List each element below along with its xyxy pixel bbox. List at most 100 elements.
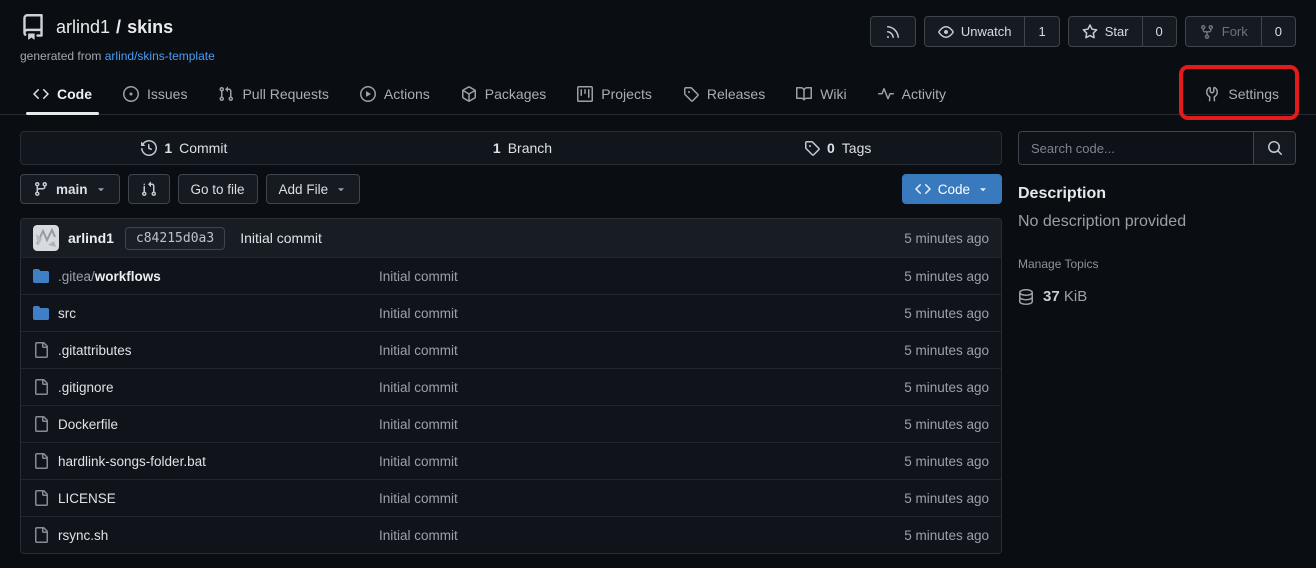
tab-code[interactable]: Code — [26, 73, 99, 114]
file-commit-time: 5 minutes ago — [904, 454, 989, 469]
file-commit-message-link[interactable]: Initial commit — [379, 306, 904, 321]
file-commit-time: 5 minutes ago — [904, 528, 989, 543]
commit-message-link[interactable]: Initial commit — [240, 230, 322, 246]
unwatch-button[interactable]: Unwatch — [925, 17, 1025, 46]
folder-icon — [33, 305, 49, 321]
file-name-link[interactable]: Dockerfile — [58, 417, 118, 432]
file-name-link[interactable]: src — [58, 306, 76, 321]
commit-author-link[interactable]: arlind1 — [68, 230, 114, 246]
repo-sidebar: Description No description provided Mana… — [1018, 131, 1296, 305]
file-commit-time: 5 minutes ago — [904, 269, 989, 284]
file-name-link[interactable]: LICENSE — [58, 491, 116, 506]
tab-label: Pull Requests — [242, 86, 328, 102]
commit-hash-badge[interactable]: c84215d0a3 — [125, 227, 225, 250]
stat-branch[interactable]: 1Branch — [348, 132, 675, 164]
repo-name-link[interactable]: skins — [127, 17, 173, 38]
watchers-count[interactable]: 1 — [1024, 17, 1058, 46]
file-commit-time: 5 minutes ago — [904, 306, 989, 321]
tab-label: Wiki — [820, 86, 846, 102]
search-icon — [1267, 140, 1283, 156]
fork-button-group: Fork 0 — [1185, 16, 1296, 47]
chevron-down-icon — [977, 183, 989, 195]
tab-label: Activity — [902, 86, 946, 102]
pulse-icon — [878, 86, 894, 102]
file-commit-message-link[interactable]: Initial commit — [379, 454, 904, 469]
repo-size-value: 37 — [1043, 288, 1060, 305]
tab-issues[interactable]: Issues — [116, 73, 194, 114]
tab-activity[interactable]: Activity — [871, 73, 953, 114]
compare-button[interactable] — [128, 174, 170, 204]
eye-icon — [938, 24, 954, 40]
tab-label: Actions — [384, 86, 430, 102]
git-branch-icon — [470, 140, 486, 156]
file-row: DockerfileInitial commit5 minutes ago — [21, 405, 1001, 442]
latest-commit-row: arlind1 c84215d0a3 Initial commit 5 minu… — [21, 219, 1001, 257]
file-icon — [33, 416, 49, 432]
file-commit-time: 5 minutes ago — [904, 343, 989, 358]
repo-size-row: 37 KiB — [1018, 288, 1296, 305]
file-row: .gitignoreInitial commit5 minutes ago — [21, 368, 1001, 405]
file-row: .gitattributes Initial commit5 minutes ag… — [21, 331, 1001, 368]
page-title: arlind1 / skins — [56, 17, 173, 38]
file-row: LICENSEInitial commit5 minutes ago — [21, 479, 1001, 516]
chevron-down-icon — [95, 183, 107, 195]
file-commit-message-link[interactable]: Initial commit — [379, 417, 904, 432]
file-icon — [33, 527, 49, 543]
history-icon — [141, 140, 157, 156]
manage-topics-link[interactable]: Manage Topics — [1018, 257, 1099, 271]
file-name-link[interactable]: .gitignore — [58, 380, 114, 395]
go-to-file-button[interactable]: Go to file — [178, 174, 258, 204]
tab-actions[interactable]: Actions — [353, 73, 437, 114]
search-button[interactable] — [1253, 132, 1295, 164]
file-commit-message-link[interactable]: Initial commit — [379, 491, 904, 506]
file-name-link[interactable]: .gitea/workflows — [58, 269, 161, 284]
file-name-link[interactable]: hardlink-songs-folder.bat — [58, 454, 206, 469]
template-repo-link[interactable]: arlind/skins-template — [105, 49, 215, 63]
git-branch-icon — [33, 181, 49, 197]
star-button[interactable]: Star — [1069, 17, 1142, 46]
file-commit-message-link[interactable]: Initial commit — [379, 380, 904, 395]
code-icon — [33, 86, 49, 102]
file-table: arlind1 c84215d0a3 Initial commit 5 minu… — [20, 218, 1002, 554]
repo-icon — [20, 14, 46, 40]
forks-count[interactable]: 0 — [1261, 17, 1295, 46]
database-icon — [1018, 289, 1034, 305]
tab-label: Issues — [147, 86, 187, 102]
file-row: src Initial commit5 minutes ago — [21, 294, 1001, 331]
add-file-button[interactable]: Add File — [266, 174, 361, 204]
project-icon — [577, 86, 593, 102]
git-compare-icon — [141, 181, 157, 197]
rss-button[interactable] — [870, 16, 916, 47]
description-text: No description provided — [1018, 213, 1296, 231]
stars-count[interactable]: 0 — [1142, 17, 1176, 46]
file-commit-message-link[interactable]: Initial commit — [379, 528, 904, 543]
git-pull-request-icon — [218, 86, 234, 102]
file-commit-message-link[interactable]: Initial commit — [379, 269, 904, 284]
file-name-link[interactable]: .gitattributes — [58, 343, 132, 358]
code-download-button[interactable]: Code — [902, 174, 1002, 204]
branch-selector[interactable]: main — [20, 174, 120, 204]
repo-tabs-bar: Code Issues Pull Requests Actions Packages Pr… — [0, 73, 1316, 115]
file-name-link[interactable]: rsync.sh — [58, 528, 108, 543]
file-icon — [33, 379, 49, 395]
stat-commit[interactable]: 1 Commit — [21, 132, 348, 164]
file-commit-message-link[interactable]: Initial commit — [379, 343, 904, 358]
stat-count: 1 — [164, 140, 172, 156]
stat-tags[interactable]: 0Tags — [674, 132, 1001, 164]
star-label: Star — [1105, 24, 1129, 39]
tab-settings-label: Settings — [1228, 86, 1279, 102]
fork-button[interactable]: Fork — [1186, 17, 1261, 46]
search-input[interactable] — [1019, 132, 1253, 164]
repo-header: arlind1 / skins generated from arlind/sk… — [0, 0, 1316, 63]
branch-name: main — [56, 182, 88, 197]
tab-wiki[interactable]: Wiki — [789, 73, 853, 114]
tab-packages[interactable]: Packages — [454, 73, 553, 114]
tab-pull-requests[interactable]: Pull Requests — [211, 73, 335, 114]
tab-projects[interactable]: Projects — [570, 73, 659, 114]
repo-owner-link[interactable]: arlind1 — [56, 17, 110, 38]
code-icon — [915, 181, 931, 197]
tab-settings[interactable]: Settings — [1197, 86, 1286, 102]
stat-label: Commit — [179, 140, 227, 156]
tab-releases[interactable]: Releases — [676, 73, 772, 114]
avatar[interactable] — [33, 225, 59, 251]
